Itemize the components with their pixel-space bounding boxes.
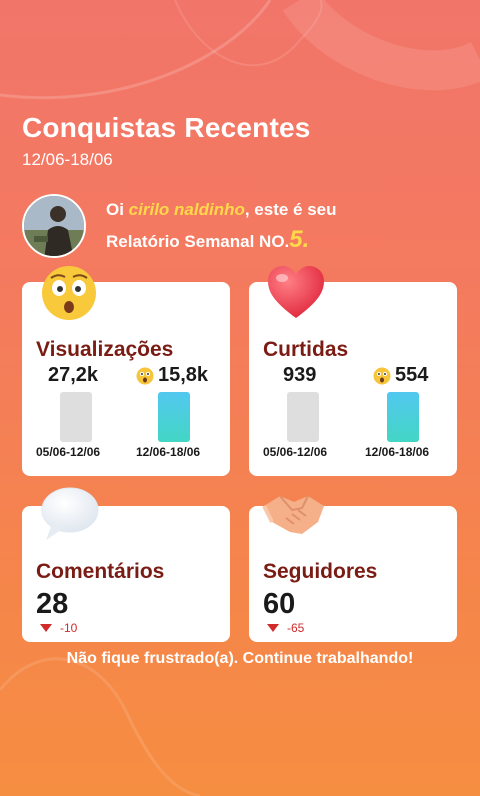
astonished-face-icon: [42, 266, 96, 320]
greeting-prefix: Oi: [106, 200, 129, 219]
down-arrow-icon: [40, 624, 52, 632]
views-title: Visualizações: [36, 338, 174, 361]
views-prev-label: 05/06-12/06: [36, 445, 101, 459]
likes-prev-bar: [287, 392, 319, 442]
user-row: Oi cirilo naldinho, este é seu Relatório…: [22, 194, 337, 258]
likes-curr-label: 12/06-18/06: [365, 445, 430, 459]
likes-curr-value: 554: [373, 364, 428, 387]
astonished-face-icon: [373, 367, 391, 385]
views-prev-value: 27,2k: [48, 364, 99, 386]
followers-value: 60: [263, 588, 296, 620]
avatar-photo: [24, 196, 84, 256]
followers-delta-value: -65: [287, 621, 305, 635]
greeting: Oi cirilo naldinho, este é seu Relatório…: [106, 195, 337, 257]
views-curr-number: 15,8k: [158, 364, 209, 386]
report-number: 5: [289, 226, 303, 253]
handshake-icon: [262, 495, 324, 534]
header: Conquistas Recentes 12/06-18/06: [22, 112, 311, 170]
likes-prev-label: 05/06-12/06: [263, 445, 328, 459]
date-range: 12/06-18/06: [22, 150, 113, 169]
likes-prev-value: 939: [283, 364, 317, 386]
heart-icon: [268, 266, 324, 318]
astonished-face-icon: [136, 367, 154, 385]
motivation-message: Não fique frustrado(a). Continue trabalh…: [66, 650, 414, 667]
report-label: Relatório Semanal NO.: [106, 232, 290, 251]
avatar[interactable]: [22, 194, 86, 258]
views-curr-label: 12/06-18/06: [136, 445, 201, 459]
down-arrow-icon: [267, 624, 279, 632]
comments-title: Comentários: [36, 560, 165, 583]
likes-curr-bar: [387, 392, 419, 442]
report-period: .: [302, 226, 310, 253]
followers-delta: -65: [267, 621, 304, 635]
likes-title: Curtidas: [263, 338, 349, 361]
views-prev-bar: [60, 392, 92, 442]
comments-delta: -10: [40, 621, 77, 635]
followers-title: Seguidores: [263, 560, 378, 583]
page-title: Conquistas Recentes: [22, 112, 311, 143]
views-curr-value: 15,8k: [136, 364, 208, 387]
likes-curr-number: 554: [395, 364, 429, 386]
views-curr-bar: [158, 392, 190, 442]
username[interactable]: cirilo naldinho: [129, 200, 245, 219]
greeting-suffix: , este é seu: [244, 200, 337, 219]
comments-value: 28: [36, 588, 69, 620]
comments-delta-value: -10: [60, 621, 78, 635]
speech-bubble-icon: [41, 487, 99, 540]
